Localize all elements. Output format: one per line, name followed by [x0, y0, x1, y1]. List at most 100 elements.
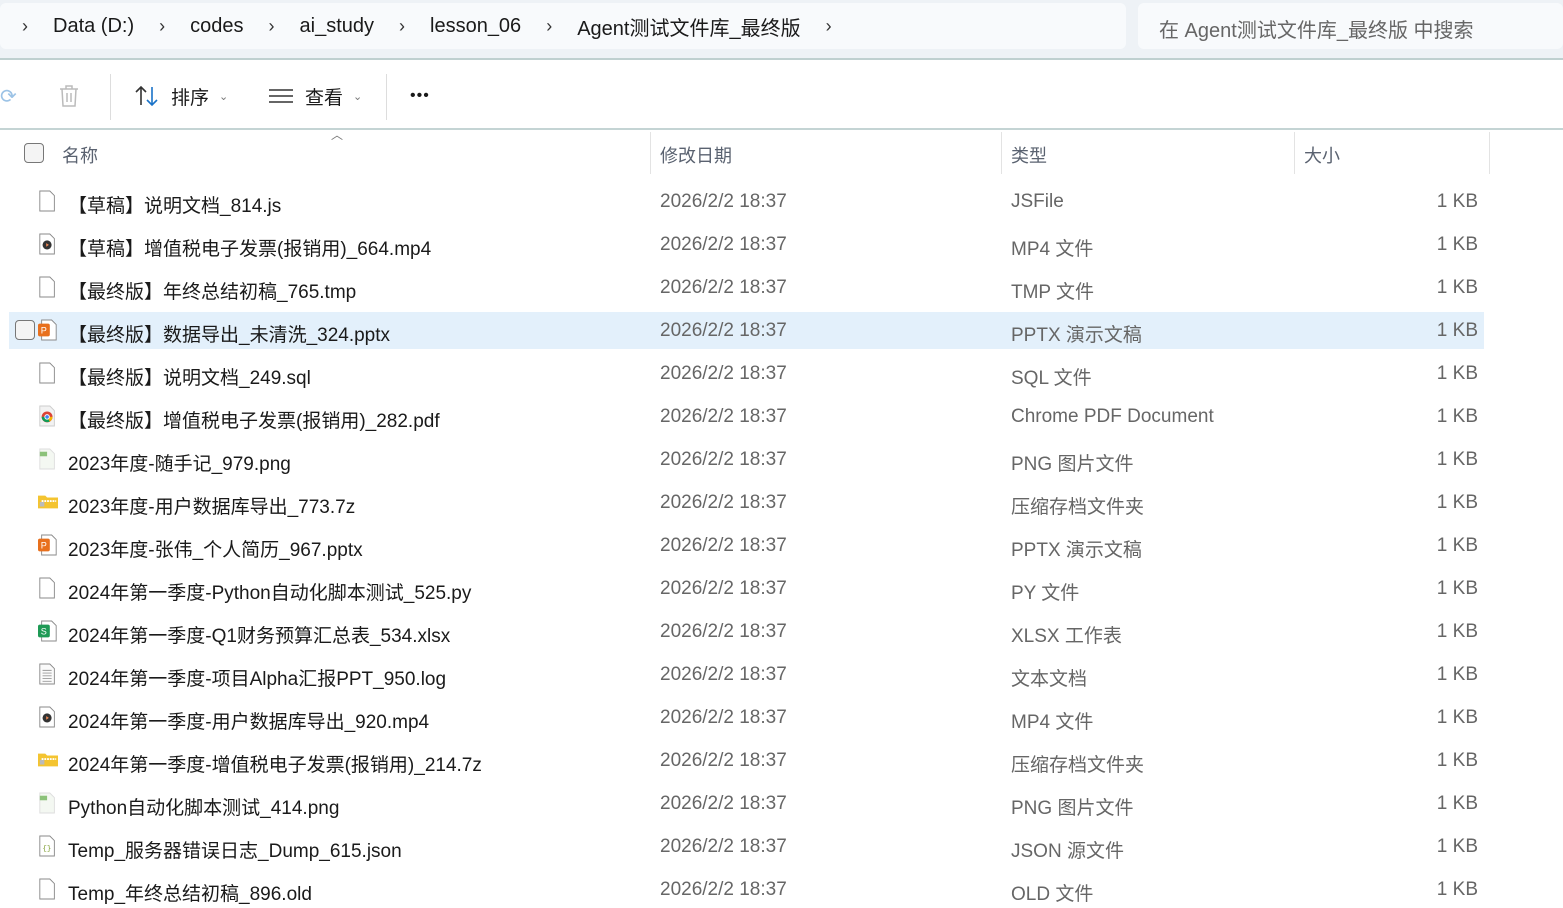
svg-text:P: P	[41, 326, 47, 336]
file-name: Temp_年终总结初稿_896.old	[68, 884, 312, 905]
file-date: 2026/2/2 18:37	[660, 277, 787, 298]
file-name: 【最终版】说明文档_249.sql	[68, 368, 311, 389]
column-name-label: 名称	[62, 146, 98, 166]
file-row[interactable]: 2023年度-用户数据库导出_773.7z 2026/2/2 18:37 压缩存档文…	[9, 484, 1484, 521]
file-row[interactable]: Temp_年终总结初稿_896.old 2026/2/2 18:37 OLD 文件 1…	[9, 871, 1484, 908]
file-type: OLD 文件	[1011, 884, 1094, 905]
sort-label: 排序	[171, 87, 210, 109]
file-row[interactable]: 【草稿】说明文档_814.js 2026/2/2 18:37 JSFile 1 KB	[9, 183, 1484, 220]
search-input[interactable]: 在 Agent测试文件库_最终版 中搜索	[1138, 3, 1563, 49]
breadcrumb-ai-study[interactable]: ai_study	[287, 15, 388, 38]
file-name: 【最终版】增值税电子发票(报销用)_282.pdf	[68, 411, 440, 432]
file-name: 2024年第一季度-Q1财务预算汇总表_534.xlsx	[68, 626, 451, 647]
spreadsheet-icon: S	[38, 620, 57, 642]
file-name: 2024年第一季度-用户数据库导出_920.mp4	[68, 712, 430, 733]
svg-text:{}: {}	[43, 846, 52, 854]
file-size: 1 KB	[1436, 277, 1478, 298]
file-row[interactable]: 【草稿】增值税电子发票(报销用)_664.mp4 2026/2/2 18:37 MP…	[9, 226, 1484, 263]
file-size: 1 KB	[1436, 578, 1478, 599]
image-file-icon	[39, 448, 55, 470]
file-date: 2026/2/2 18:37	[660, 492, 787, 513]
file-row[interactable]: 【最终版】增值税电子发票(报销用)_282.pdf 2026/2/2 18:37 C…	[9, 398, 1484, 435]
more-options-button[interactable]: •••	[410, 62, 430, 130]
video-file-icon	[39, 233, 55, 255]
column-date[interactable]: 修改日期	[651, 132, 1002, 174]
file-type: 压缩存档文件夹	[1011, 497, 1145, 518]
file-date: 2026/2/2 18:37	[660, 793, 787, 814]
column-name[interactable]: 名称	[0, 132, 651, 174]
file-icon	[39, 878, 55, 900]
image-file-icon	[39, 792, 55, 814]
file-date: 2026/2/2 18:37	[660, 621, 787, 642]
file-size: 1 KB	[1436, 879, 1478, 900]
sort-button[interactable]: 排序 ⌄	[134, 62, 228, 130]
view-label: 查看	[305, 87, 344, 109]
file-date: 2026/2/2 18:37	[660, 234, 787, 255]
file-date: 2026/2/2 18:37	[660, 664, 787, 685]
file-row[interactable]: S 2024年第一季度-Q1财务预算汇总表_534.xlsx 2026/2/2 18…	[9, 613, 1484, 650]
file-row[interactable]: Python自动化脚本测试_414.png 2026/2/2 18:37 PNG 图…	[9, 785, 1484, 822]
file-size: 1 KB	[1436, 707, 1478, 728]
file-date: 2026/2/2 18:37	[660, 191, 787, 212]
divider	[386, 74, 387, 120]
file-date: 2026/2/2 18:37	[660, 578, 787, 599]
breadcrumb[interactable]: › Data (D:) › codes › ai_study › lesson_06 ›…	[0, 3, 1126, 49]
file-type: PNG 图片文件	[1011, 454, 1134, 475]
file-type: PY 文件	[1011, 583, 1080, 604]
chevron-down-icon: ⌄	[353, 90, 363, 103]
file-type: SQL 文件	[1011, 368, 1092, 389]
file-row[interactable]: 【最终版】年终总结初稿_765.tmp 2026/2/2 18:37 TMP 文件 1…	[9, 269, 1484, 306]
file-row[interactable]: 2024年第一季度-项目Alpha汇报PPT_950.log 2026/2/2 1…	[9, 656, 1484, 693]
breadcrumb-codes[interactable]: codes	[177, 15, 256, 38]
file-icon	[39, 362, 55, 384]
file-name: 【草稿】说明文档_814.js	[68, 196, 282, 217]
file-type: JSON 源文件	[1011, 841, 1124, 862]
column-size-label: 大小	[1304, 146, 1340, 166]
file-size: 1 KB	[1436, 750, 1478, 771]
file-size: 1 KB	[1436, 664, 1478, 685]
file-row[interactable]: {} Temp_服务器错误日志_Dump_615.json 2026/2/2 18:…	[9, 828, 1484, 865]
breadcrumb-drive[interactable]: Data (D:)	[40, 15, 147, 38]
json-file-icon: {}	[39, 835, 55, 857]
chevron-right-icon[interactable]: ›	[147, 16, 177, 37]
file-date: 2026/2/2 18:37	[660, 449, 787, 470]
file-type: Chrome PDF Document	[1011, 406, 1214, 427]
breadcrumb-lesson[interactable]: lesson_06	[417, 15, 534, 38]
chevron-right-icon[interactable]: ›	[387, 16, 417, 37]
svg-text:S: S	[41, 627, 47, 637]
delete-button[interactable]	[58, 62, 80, 130]
file-row[interactable]: 2024年第一季度-用户数据库导出_920.mp4 2026/2/2 18:37 M…	[9, 699, 1484, 736]
column-size[interactable]: 大小	[1295, 132, 1490, 174]
video-file-icon	[39, 706, 55, 728]
view-button[interactable]: 查看 ⌄	[268, 62, 362, 130]
file-type: PNG 图片文件	[1011, 798, 1134, 819]
file-name: 【最终版】年终总结初稿_765.tmp	[68, 282, 357, 303]
share-icon[interactable]: ⟳	[0, 62, 17, 130]
column-type[interactable]: 类型	[1002, 132, 1295, 174]
powerpoint-icon: P	[38, 319, 57, 341]
chevron-right-icon[interactable]: ›	[814, 16, 844, 37]
chevron-right-icon[interactable]: ›	[257, 16, 287, 37]
file-icon	[39, 276, 55, 298]
file-type: TMP 文件	[1011, 282, 1095, 303]
file-row[interactable]: 2024年第一季度-Python自动化脚本测试_525.py 2026/2/2 1…	[9, 570, 1484, 607]
file-name: 2023年度-张伟_个人简历_967.pptx	[68, 540, 363, 561]
file-row[interactable]: P 2023年度-张伟_个人简历_967.pptx 2026/2/2 18:37 PP…	[9, 527, 1484, 564]
file-name: 【草稿】增值税电子发票(报销用)_664.mp4	[68, 239, 432, 260]
file-date: 2026/2/2 18:37	[660, 406, 787, 427]
chevron-right-icon[interactable]: ›	[0, 16, 40, 37]
file-row[interactable]: P 【最终版】数据导出_未清洗_324.pptx 2026/2/2 18:37 PPT…	[9, 312, 1484, 349]
zip-folder-icon	[38, 753, 58, 767]
file-name: 2024年第一季度-Python自动化脚本测试_525.py	[68, 583, 472, 604]
column-date-label: 修改日期	[660, 146, 732, 166]
breadcrumb-current-folder[interactable]: Agent测试文件库_最终版	[564, 12, 813, 41]
chevron-right-icon[interactable]: ›	[534, 16, 564, 37]
file-size: 1 KB	[1436, 492, 1478, 513]
file-row[interactable]: 2023年度-随手记_979.png 2026/2/2 18:37 PNG 图片文件…	[9, 441, 1484, 478]
file-row[interactable]: 【最终版】说明文档_249.sql 2026/2/2 18:37 SQL 文件 1 K…	[9, 355, 1484, 392]
row-checkbox[interactable]	[15, 320, 35, 340]
file-type: PPTX 演示文稿	[1011, 325, 1142, 346]
file-date: 2026/2/2 18:37	[660, 750, 787, 771]
file-name: 2024年第一季度-项目Alpha汇报PPT_950.log	[68, 669, 447, 690]
file-row[interactable]: 2024年第一季度-增值税电子发票(报销用)_214.7z 2026/2/2 18…	[9, 742, 1484, 779]
